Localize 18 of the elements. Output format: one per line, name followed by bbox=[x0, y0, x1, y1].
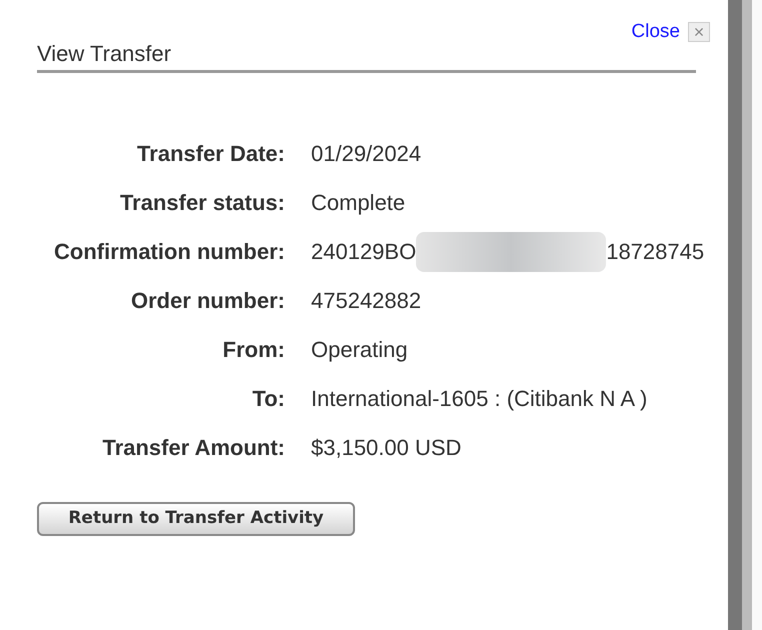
field-label: Order number: bbox=[130, 287, 285, 315]
field-label: Transfer Amount: bbox=[101, 434, 285, 462]
field-value: 01/29/2024 bbox=[311, 140, 422, 168]
field-label: From: bbox=[222, 336, 285, 364]
dialog-title: View Transfer bbox=[37, 40, 172, 68]
field-value: Complete bbox=[311, 189, 406, 217]
close-link[interactable]: Close bbox=[631, 18, 680, 46]
field-label: To: bbox=[251, 385, 285, 413]
field-label: Confirmation number: bbox=[53, 238, 285, 266]
return-button[interactable]: Return to Transfer Activity bbox=[37, 502, 355, 536]
field-value: 18728745 bbox=[606, 238, 704, 266]
field-label: Transfer status: bbox=[118, 189, 285, 217]
field-value: 240129BO bbox=[311, 238, 416, 266]
field-label: Transfer Date: bbox=[136, 140, 285, 168]
field-value: 475242882 bbox=[311, 287, 422, 315]
field-value: International-1605 : (Citibank N A ) bbox=[311, 385, 648, 413]
field-value: $3,150.00 USD bbox=[311, 434, 462, 462]
field-value: Operating bbox=[311, 336, 408, 364]
